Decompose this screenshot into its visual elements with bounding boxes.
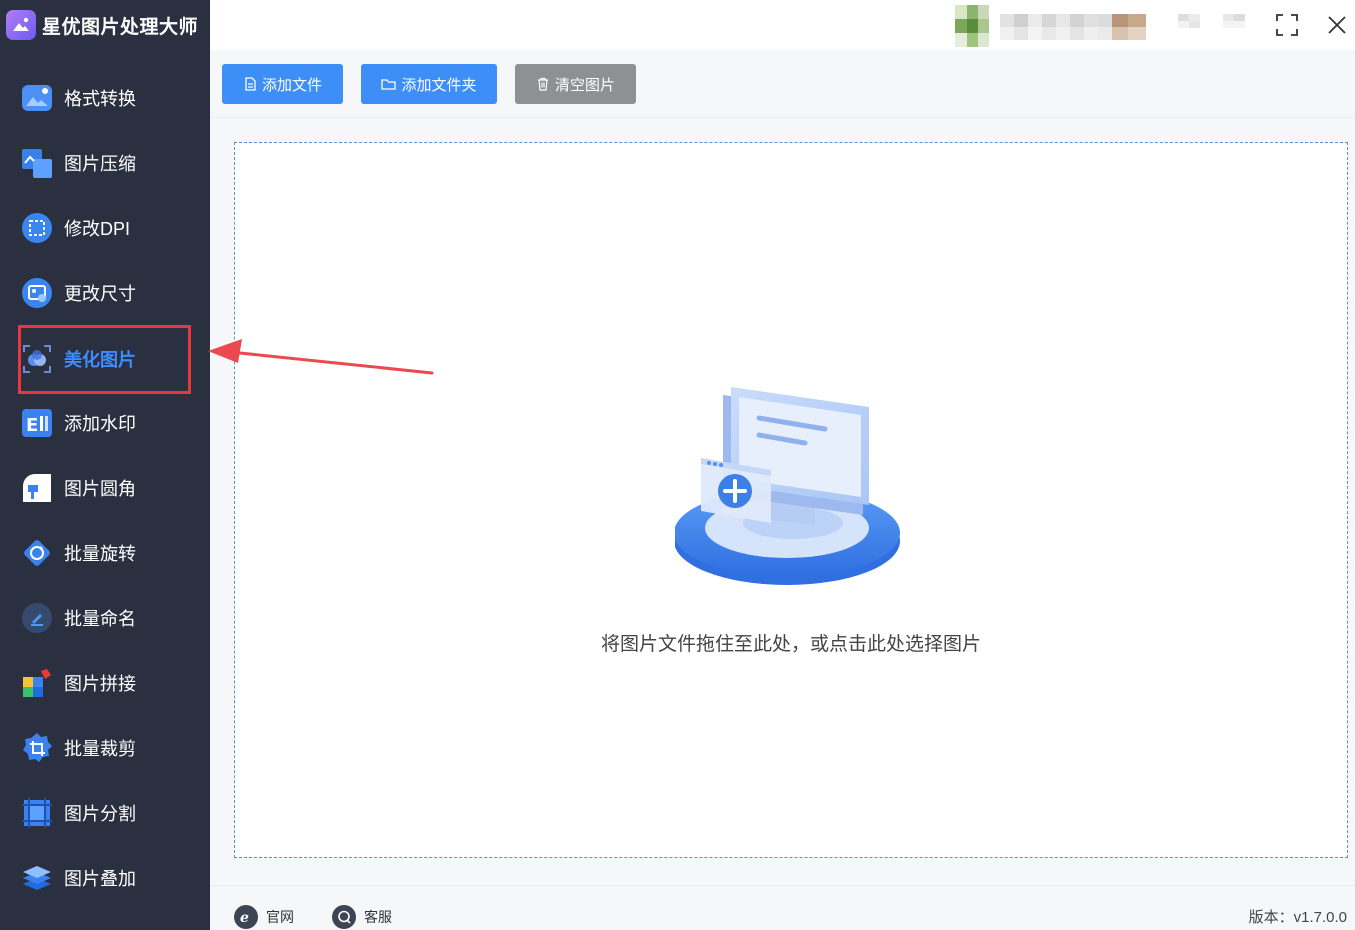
sidebar-item-resize[interactable]: 更改尺寸 <box>0 267 210 319</box>
add-folder-label: 添加文件夹 <box>401 76 477 94</box>
website-label: 官网 <box>266 909 294 925</box>
menu-icon[interactable] <box>1178 14 1200 28</box>
drop-zone[interactable]: 将图片文件拖住至此处，或点击此处选择图片 <box>234 142 1348 858</box>
sidebar-item-label: 更改尺寸 <box>64 284 136 304</box>
app-logo-icon <box>6 10 36 40</box>
website-link[interactable]: e 官网 <box>234 905 294 929</box>
sidebar-item-round-corner[interactable]: 图片圆角 <box>0 462 210 514</box>
sidebar-item-label: 图片拼接 <box>64 674 136 694</box>
monitor-upload-icon <box>675 387 900 585</box>
file-icon <box>245 77 256 91</box>
clear-images-label: 清空图片 <box>554 76 615 94</box>
sidebar-item-label: 图片压缩 <box>64 154 136 174</box>
sidebar-item-layers[interactable]: 图片叠加 <box>0 852 210 904</box>
image-compress-icon <box>21 147 53 179</box>
clear-images-button[interactable]: 清空图片 <box>515 64 636 104</box>
sidebar-item-label: 图片圆角 <box>64 479 136 499</box>
image-convert-icon <box>21 82 53 114</box>
sidebar-item-label: 图片叠加 <box>64 869 136 889</box>
sidebar-item-split[interactable]: 图片分割 <box>0 787 210 839</box>
support-link[interactable]: 客服 <box>332 905 392 929</box>
rename-icon <box>21 602 53 634</box>
sidebar-item-label: 批量旋转 <box>64 544 136 564</box>
sidebar-item-dpi[interactable]: 修改DPI <box>0 202 210 254</box>
folder-icon <box>381 79 397 90</box>
add-file-button[interactable]: 添加文件 <box>222 64 343 104</box>
support-label: 客服 <box>364 909 392 925</box>
fullscreen-icon <box>1276 14 1298 36</box>
avatar[interactable] <box>955 5 989 47</box>
layers-icon <box>21 862 53 894</box>
sidebar-item-label: 添加水印 <box>64 414 136 434</box>
sidebar-item-label: 批量命名 <box>64 609 136 629</box>
rotate-icon <box>21 537 53 569</box>
app-title: 星优图片处理大师 <box>42 17 199 38</box>
sidebar-item-watermark[interactable]: E 添加水印 <box>0 397 210 449</box>
minimize-icon[interactable] <box>1223 14 1245 28</box>
app-header: 星优图片处理大师 <box>0 0 210 50</box>
sidebar-item-label: 格式转换 <box>64 89 136 109</box>
add-folder-button[interactable]: 添加文件夹 <box>361 64 497 104</box>
footer: e 官网 客服 版本：v1.7.0.0 <box>210 885 1355 930</box>
main-area: 将图片文件拖住至此处，或点击此处选择图片 <box>210 118 1355 885</box>
sidebar-item-label: 图片分割 <box>64 804 136 824</box>
sidebar-item-label: 修改DPI <box>64 219 131 239</box>
highlight-annotation <box>18 325 191 394</box>
sidebar-item-compress[interactable]: 图片压缩 <box>0 137 210 189</box>
sidebar-item-puzzle[interactable]: 图片拼接 <box>0 657 210 709</box>
add-file-label: 添加文件 <box>261 76 322 94</box>
crop-icon <box>21 732 53 764</box>
dpi-icon <box>21 212 53 244</box>
svg-text:e: e <box>240 910 249 925</box>
browser-e-icon: e <box>234 905 258 929</box>
chat-bubble-icon <box>332 905 356 929</box>
resize-icon <box>21 277 53 309</box>
close-icon <box>1328 16 1346 34</box>
svg-text:E: E <box>26 415 38 436</box>
username-blurred <box>1000 14 1146 40</box>
puzzle-icon <box>21 667 53 699</box>
version-label: 版本：v1.7.0.0 <box>1248 909 1347 926</box>
round-corner-icon <box>21 472 53 504</box>
sidebar: 星优图片处理大师 格式转换 图片压缩 修改DPI 更改尺寸 美化图片 E 添加水… <box>0 0 210 930</box>
toolbar: 添加文件 添加文件夹 清空图片 <box>210 50 1355 118</box>
sidebar-item-label: 批量裁剪 <box>64 739 136 759</box>
drop-zone-hint: 将图片文件拖住至此处，或点击此处选择图片 <box>600 634 981 655</box>
split-icon <box>21 797 53 829</box>
close-button[interactable] <box>1324 12 1350 38</box>
trash-icon <box>537 77 548 91</box>
sidebar-item-rotate[interactable]: 批量旋转 <box>0 527 210 579</box>
title-bar <box>210 0 1355 50</box>
maximize-button[interactable] <box>1274 12 1300 38</box>
watermark-icon: E <box>21 407 53 439</box>
sidebar-item-format-convert[interactable]: 格式转换 <box>0 72 210 124</box>
sidebar-item-rename[interactable]: 批量命名 <box>0 592 210 644</box>
sidebar-item-crop[interactable]: 批量裁剪 <box>0 722 210 774</box>
